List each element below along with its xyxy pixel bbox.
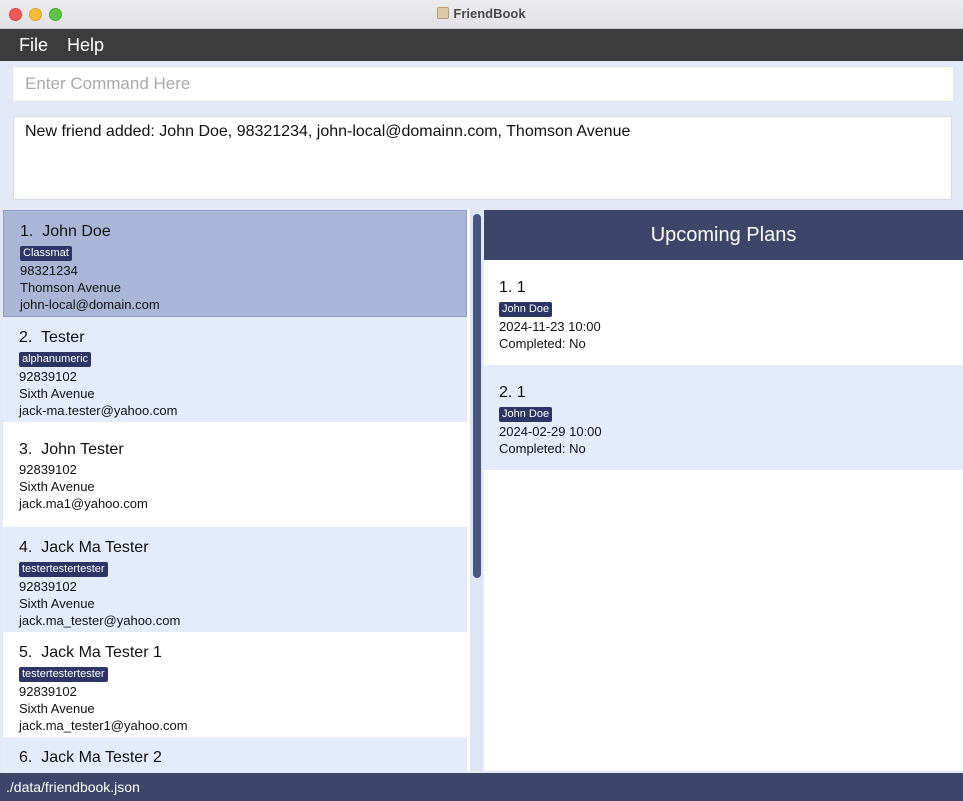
result-display: New friend added: John Doe, 98321234, jo… <box>13 116 952 200</box>
friend-name: 6. Jack Ma Tester 2 <box>19 749 162 766</box>
friend-phone: 92839102 <box>19 579 77 594</box>
friend-address: Thomson Avenue <box>20 280 121 295</box>
friend-list-panel: 1. John Doe Classmat 98321234 Thomson Av… <box>3 210 482 771</box>
friend-phone: 92839102 <box>19 684 77 699</box>
plan-datetime: 2024-02-29 10:00 <box>499 424 602 439</box>
window-title: FriendBook <box>0 6 963 21</box>
plan-name: 2. 1 <box>499 384 526 401</box>
plan-completed: Completed: No <box>499 441 586 456</box>
friend-card[interactable]: 2. Tester alphanumeric 92839102 Sixth Av… <box>3 317 467 422</box>
app-icon <box>437 7 450 19</box>
friend-name: 2. Tester <box>19 329 85 346</box>
plan-friend-tag: John Doe <box>499 302 553 317</box>
plan-name: 1. 1 <box>499 279 526 296</box>
title-bar: FriendBook <box>0 0 963 29</box>
plan-card[interactable]: 1. 1 John Doe 2024-11-23 10:00 Completed… <box>484 260 963 365</box>
friend-card[interactable]: 3. John Tester 92839102 Sixth Avenue jac… <box>3 422 467 527</box>
friend-name: 1. John Doe <box>20 223 111 240</box>
command-input[interactable] <box>13 67 953 101</box>
friend-tag: testertestertester <box>19 667 108 682</box>
plan-datetime: 2024-11-23 10:00 <box>499 319 601 334</box>
plan-completed: Completed: No <box>499 336 586 351</box>
command-box <box>12 66 954 102</box>
menu-bar: File Help <box>0 29 963 61</box>
friend-name: 4. Jack Ma Tester <box>19 539 149 556</box>
plans-header: Upcoming Plans <box>484 210 963 260</box>
menu-help[interactable]: Help <box>67 35 104 56</box>
friend-email: john-local@domain.com <box>20 297 160 312</box>
friend-tag: alphanumeric <box>19 352 92 367</box>
plan-friend-tag: John Doe <box>499 407 553 422</box>
friend-address: Sixth Avenue <box>19 479 95 494</box>
friend-phone: 98321234 <box>20 263 78 278</box>
friend-phone: 92839102 <box>19 462 77 477</box>
save-file-path: ./data/friendbook.json <box>6 779 140 795</box>
plan-card[interactable]: 2. 1 John Doe 2024-02-29 10:00 Completed… <box>484 365 963 470</box>
friend-card[interactable]: 5. Jack Ma Tester 1 testertestertester 9… <box>3 632 467 737</box>
friend-email: jack.ma_tester1@yahoo.com <box>19 718 188 733</box>
plan-list-panel: Upcoming Plans 1. 1 John Doe 2024-11-23 … <box>484 210 963 771</box>
friend-email: jack-ma.tester@yahoo.com <box>19 403 178 418</box>
friend-list-scroll-thumb[interactable] <box>473 214 481 578</box>
friend-tag: Classmat <box>20 246 72 261</box>
friend-name: 3. John Tester <box>19 441 124 458</box>
friend-tag: testertestertester <box>19 562 108 577</box>
friend-card[interactable]: 1. John Doe Classmat 98321234 Thomson Av… <box>3 210 467 317</box>
friend-card[interactable]: 6. Jack Ma Tester 2 <box>3 737 467 771</box>
result-text: New friend added: John Doe, 98321234, jo… <box>25 123 631 140</box>
friend-card[interactable]: 4. Jack Ma Tester testertestertester 928… <box>3 527 467 632</box>
friend-address: Sixth Avenue <box>19 596 95 611</box>
friend-name: 5. Jack Ma Tester 1 <box>19 644 162 661</box>
menu-file[interactable]: File <box>19 35 48 56</box>
friend-address: Sixth Avenue <box>19 386 95 401</box>
status-bar: ./data/friendbook.json <box>0 773 963 801</box>
window-title-text: FriendBook <box>453 6 526 21</box>
friend-phone: 92839102 <box>19 369 77 384</box>
friend-address: Sixth Avenue <box>19 701 95 716</box>
friend-email: jack.ma1@yahoo.com <box>19 496 148 511</box>
friend-email: jack.ma_tester@yahoo.com <box>19 613 181 628</box>
